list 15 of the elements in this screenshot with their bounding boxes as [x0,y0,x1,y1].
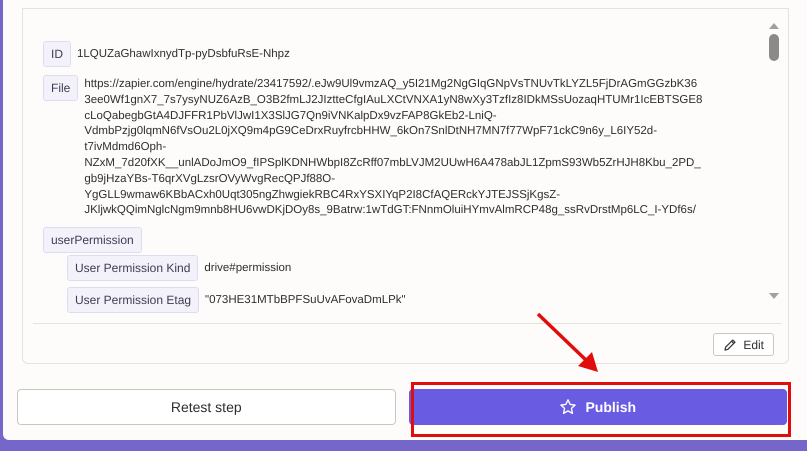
publish-button[interactable]: Publish [408,389,787,425]
field-label: File [43,75,78,101]
retest-button[interactable]: Retest step [17,389,396,425]
star-icon [559,398,578,416]
group-label: userPermission [43,227,142,254]
field-value: drive#permission [204,261,292,276]
field-label: User Permission Kind [67,255,198,282]
field-label: ID [43,41,71,67]
pencil-icon [723,338,738,352]
arrow [536,312,598,372]
field-value: https://zapier.com/engine/hydrate/23417592/.eJw9Ul9vmzAQ_y5I21Mg2NgGIqGNpVsTNUvTkLYZL5FjDrAGmGGzbK36 3ee0Wf1gnX7_7s7ysyNUZ6AzB_O3B2fmLJ2JIztteCfgIAuLXCtVNXA1yN8wXy3TzfIz8IDkMSsUozaqHTUMr1IcEBTSGE8 cLoQabegbGtA4DJFFR1PbVlJwI1X3SlJG7Qn9iVNKalpDx9vzFAP8GkEb2-LniQ- VdmbPzjg0lqmN6fVsOu2L0jXQ9m4pG9CeDrxRuyfrcbHHW_6kOn7SnlDtNH7MN7f77WpF71ckC9n6y_L6IY52d- t7ivMdmd6Oph- NZxM_7d20fXK__unlADoJmO9_fIPSplKDNHWbpI8ZcRff07mbLVJM2UUwH6A478abJL1ZpmS93Wb5ZrHJH8Kbu_2PD_ gb9jHzaYBs-T6qrXVgLzsrOVyWvgRecQPJf88O- YgGLL9wmaw6KBbACxh0Uqt305ngZhwgiekRBC4RxYSXIYqP2I8CfAQERckYJTEJSSjKgsZ- JKljwkQQimNglcNgm9mnb8HU6vwDKjDOy8s_9Batrw:1wTdGT:FNnmOluiHYmvAlmRCP48g_ssRvDrstMp6LC_I-YDf6s/ [84,77,702,218]
field-value: 1LQUZaGhawIxnydTp-pyDsbfuRsE-Nhpz [77,47,290,62]
field-value: "073HE31MTbBPFSuUvAFovaDmLPk" [205,293,406,308]
field-label: User Permission Etag [67,287,200,314]
edit-button[interactable]: Edit [713,333,774,356]
